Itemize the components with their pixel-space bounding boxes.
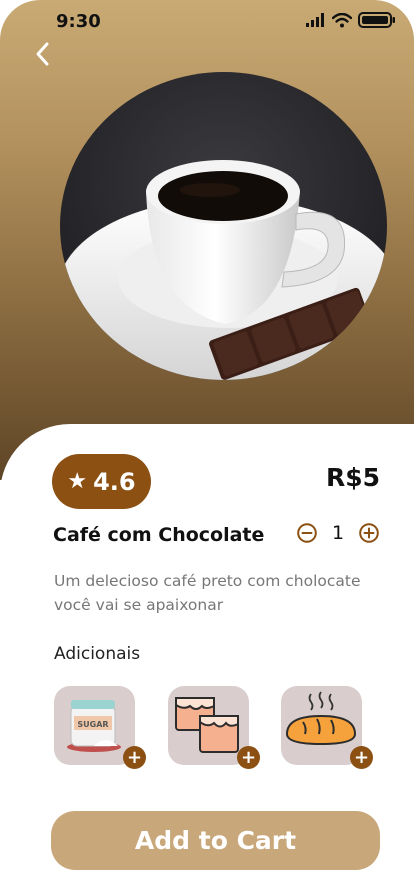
add-bread-plus-icon[interactable]: +: [350, 746, 373, 769]
status-icons: [306, 12, 396, 28]
add-caramel-plus-icon[interactable]: +: [237, 746, 260, 769]
product-name: Café com Chocolate: [53, 524, 265, 546]
addons-heading: Adicionais: [54, 644, 141, 664]
product-description: Um delecioso café preto com cholocate vo…: [54, 572, 361, 614]
rating-value: 4.6: [93, 467, 136, 496]
back-arrow-icon[interactable]: [30, 40, 58, 68]
coffee-cup-illustration: [60, 72, 387, 380]
signal-icon: [306, 13, 324, 27]
minus-circle-icon[interactable]: [297, 523, 317, 543]
product-price: R$5: [325, 463, 380, 492]
plus-circle-icon[interactable]: [359, 523, 379, 543]
add-to-cart-button[interactable]: Add to Cart: [51, 811, 380, 870]
wifi-icon: [332, 12, 352, 27]
star-icon: ★: [67, 468, 88, 494]
quantity-value: 1: [331, 522, 345, 544]
sugar-label: SUGAR: [77, 720, 108, 729]
battery-icon: [358, 12, 395, 28]
addon-bread[interactable]: +: [281, 686, 373, 769]
addon-caramel-cubes[interactable]: +: [168, 686, 260, 769]
add-sugar-plus-icon[interactable]: +: [123, 746, 146, 769]
quantity-stepper: 1: [297, 521, 379, 545]
product-image: [60, 72, 387, 380]
status-bar: 9:30: [0, 0, 414, 44]
rating-badge: ★ 4.6: [52, 454, 151, 509]
status-time: 9:30: [56, 11, 101, 32]
product-screen: 9:30 ★ 4.6 R$5 Café com Chocolate 1 Um d…: [0, 0, 414, 896]
addon-sugar[interactable]: SUGAR +: [54, 686, 146, 769]
